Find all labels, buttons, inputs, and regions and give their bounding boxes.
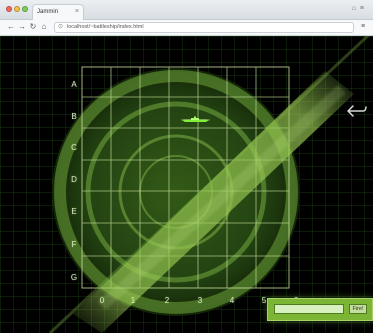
back-icon[interactable]: ← xyxy=(6,22,16,32)
column-label-2: 2 xyxy=(164,296,170,305)
browser-window: Jammin × ⌂ ≡ ← → ↻ ⌂ ⊙ localhost/~battle… xyxy=(0,0,373,333)
row-label-g: G xyxy=(70,273,78,282)
row-label-a: A xyxy=(71,80,77,89)
column-label-3: 3 xyxy=(197,296,203,305)
row-label-b: B xyxy=(71,112,77,121)
fire-control-panel: Fire! xyxy=(267,298,373,321)
back-arrow-icon[interactable] xyxy=(345,103,369,119)
ship-icon[interactable] xyxy=(180,115,211,123)
column-label-1: 1 xyxy=(130,296,136,305)
radar-viewport: A B C D E F G 0 1 2 3 4 5 6 Fire! xyxy=(0,36,373,333)
browser-tab[interactable]: Jammin × xyxy=(32,4,84,20)
coordinate-input[interactable] xyxy=(274,304,344,314)
browser-menu-icon[interactable]: ≡ xyxy=(359,23,367,31)
refresh-icon[interactable]: ↻ xyxy=(28,22,38,32)
column-label-0: 0 xyxy=(99,296,105,305)
address-text: localhost/~battleship/index.html xyxy=(67,24,144,30)
radar-display xyxy=(0,36,373,333)
row-label-e: E xyxy=(71,207,77,216)
tab-close-icon[interactable]: × xyxy=(75,5,79,19)
row-label-d: D xyxy=(71,175,77,184)
tab-title: Jammin xyxy=(37,9,59,15)
browser-titlebar: Jammin × ⌂ ≡ xyxy=(0,0,373,20)
home-icon[interactable]: ⌂ xyxy=(39,22,49,32)
column-label-4: 4 xyxy=(229,296,235,305)
browser-toolbar: ← → ↻ ⌂ ⊙ localhost/~battleship/index.ht… xyxy=(0,20,373,36)
forward-icon[interactable]: → xyxy=(17,22,27,32)
zoom-window-icon[interactable] xyxy=(22,6,28,12)
fire-button[interactable]: Fire! xyxy=(349,304,367,314)
site-info-icon: ⊙ xyxy=(58,24,64,30)
row-label-f: F xyxy=(71,240,77,249)
close-window-icon[interactable] xyxy=(6,6,12,12)
address-bar[interactable]: ⊙ localhost/~battleship/index.html xyxy=(54,22,354,33)
minimize-window-icon[interactable] xyxy=(14,6,20,12)
radar-circle xyxy=(52,68,300,316)
row-label-c: C xyxy=(71,143,77,152)
window-controls: ⌂ ≡ xyxy=(351,5,365,12)
